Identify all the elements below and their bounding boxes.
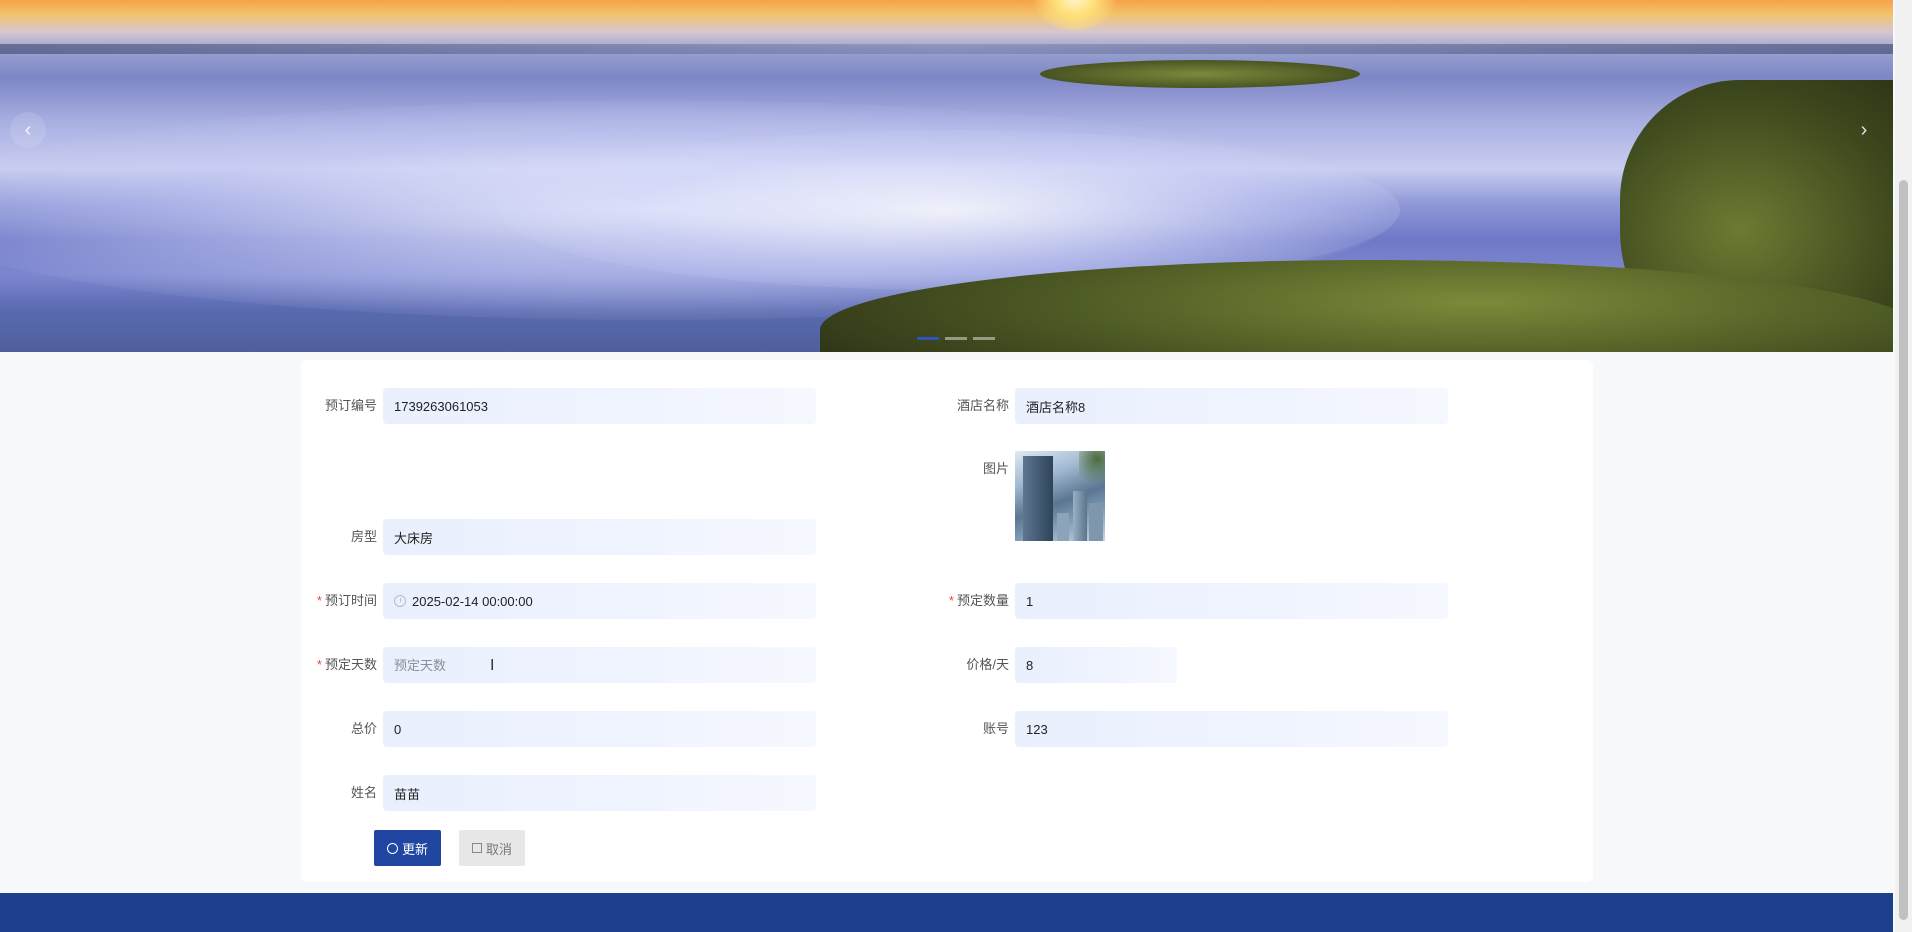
total-price-input[interactable]	[394, 721, 816, 737]
scrollbar-thumb[interactable]	[1899, 180, 1908, 920]
booking-qty-input[interactable]	[1026, 593, 1448, 609]
banner-horizon	[0, 44, 1893, 54]
image-building	[1023, 456, 1053, 541]
required-mark: *	[948, 593, 954, 608]
booking-time-input[interactable]	[412, 593, 816, 609]
booking-time-field[interactable]	[383, 583, 816, 619]
order-no-label: 预订编号	[324, 398, 377, 413]
required-mark: *	[316, 657, 322, 672]
required-mark: *	[316, 593, 322, 608]
cancel-button-label: 取消	[485, 841, 512, 857]
text-cursor-icon: I	[490, 657, 495, 674]
carousel-indicator[interactable]	[945, 337, 967, 340]
account-input[interactable]	[1026, 721, 1448, 737]
hotel-name-input[interactable]	[1026, 398, 1448, 414]
image-tree	[1079, 451, 1105, 491]
account-label: 账号	[982, 721, 1009, 736]
booking-days-label: * 预定天数	[316, 657, 377, 672]
image-building	[1073, 491, 1087, 541]
check-circle-icon	[386, 842, 398, 854]
booking-days-input[interactable]	[394, 657, 816, 673]
booking-time-label: * 预订时间	[316, 593, 377, 608]
room-type-field[interactable]	[383, 519, 816, 555]
booking-days-field[interactable]	[383, 647, 816, 683]
hotel-name-field[interactable]	[1015, 388, 1448, 424]
carousel-next-arrow-icon[interactable]: ›	[1846, 112, 1882, 148]
carousel-indicator-active[interactable]	[917, 337, 939, 340]
name-field[interactable]	[383, 775, 816, 811]
account-field[interactable]	[1015, 711, 1448, 747]
hotel-image[interactable]	[1015, 451, 1105, 541]
banner-carousel: ‹ ›	[0, 0, 1893, 352]
booking-qty-field[interactable]	[1015, 583, 1448, 619]
cancel-button[interactable]: 取消	[459, 830, 525, 866]
room-type-input[interactable]	[394, 529, 816, 545]
image-building	[1057, 513, 1069, 541]
update-button[interactable]: 更新	[374, 830, 441, 866]
price-per-day-field[interactable]	[1015, 647, 1177, 683]
name-input[interactable]	[394, 785, 816, 801]
total-price-field[interactable]	[383, 711, 816, 747]
image-label: 图片	[982, 461, 1009, 476]
carousel-indicator[interactable]	[973, 337, 995, 340]
total-price-label: 总价	[350, 721, 377, 736]
clock-icon	[394, 595, 406, 607]
banner-rock-top	[1040, 60, 1360, 88]
price-per-day-label: 价格/天	[966, 657, 1009, 672]
room-type-label: 房型	[350, 529, 377, 544]
carousel-prev-arrow-icon[interactable]: ‹	[10, 112, 46, 148]
page-footer	[0, 893, 1893, 932]
name-label: 姓名	[350, 785, 377, 800]
close-square-icon	[471, 843, 482, 853]
booking-qty-label: * 预定数量	[948, 593, 1009, 608]
banner-sun	[1030, 0, 1120, 30]
page-scrollbar[interactable]	[1895, 0, 1912, 932]
order-no-field[interactable]	[383, 388, 816, 424]
carousel-indicators	[917, 337, 995, 340]
image-building	[1089, 503, 1103, 541]
update-button-label: 更新	[401, 841, 428, 857]
price-per-day-input[interactable]	[1026, 657, 1177, 673]
hotel-name-label: 酒店名称	[956, 398, 1009, 413]
order-no-input[interactable]	[394, 398, 816, 414]
